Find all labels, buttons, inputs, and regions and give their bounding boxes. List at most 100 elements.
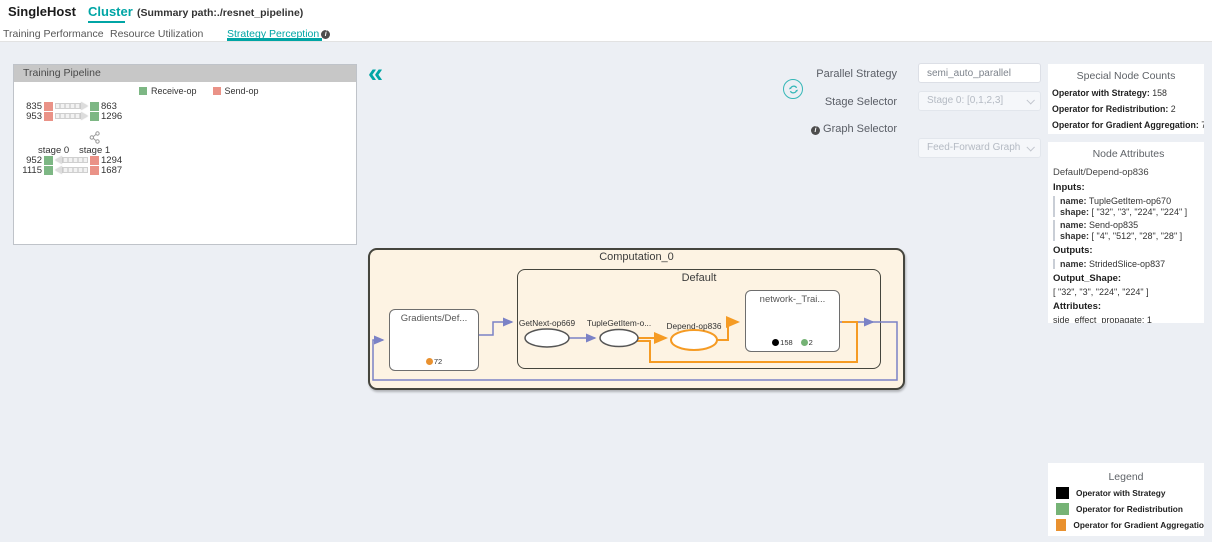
strategy-label: Operator with Strategy (1076, 488, 1165, 498)
tuplegetitem-node[interactable] (600, 330, 638, 347)
send-op-square (90, 156, 99, 165)
send-op-square (44, 112, 53, 121)
send-op-square (44, 102, 53, 111)
tab-singlehost[interactable]: SingleHost (8, 4, 76, 19)
legend-panel: Legend Operator with Strategy Operator f… (1048, 463, 1204, 536)
count-label: Operator for Redistribution: (1052, 104, 1168, 114)
network-node[interactable]: network-_Trai... 158 2 (745, 290, 840, 352)
gradients-node-label: Gradients/Def... (390, 313, 478, 324)
graph-selector-label-text: Graph Selector (823, 123, 897, 135)
send-arrow-left-icon (55, 156, 88, 164)
receive-op-label: Receive-op (151, 86, 197, 96)
node-attributes-title: Node Attributes (1053, 148, 1204, 160)
pipeline-row-backward-1: 952 1294 (20, 155, 122, 165)
legend-item-strategy: Operator with Strategy (1056, 487, 1204, 499)
count-value: 158 (1152, 88, 1167, 98)
send-op-id: 953 (20, 111, 42, 122)
input-name: TupleGetItem-op670 (1089, 196, 1171, 206)
receive-op-square (90, 112, 99, 121)
name-key: name: (1060, 220, 1087, 230)
info-icon[interactable]: i (811, 126, 820, 135)
count-operator-with-strategy: Operator with Strategy: 158 (1052, 88, 1200, 98)
output-item: name: StridedSlice-op837 (1053, 259, 1204, 269)
chevron-down-icon (1026, 143, 1034, 151)
attributes-section-label: Attributes: (1053, 301, 1204, 312)
redistribution-count: 2 (809, 338, 813, 347)
pipeline-row-backward-2: 1115 1687 (20, 165, 122, 175)
training-pipeline-body: Receive-op Send-op 835 863 953 1296 (14, 82, 356, 245)
send-arrow-right-icon (55, 112, 88, 120)
tab-resource-utilization[interactable]: Resource Utilization (110, 28, 203, 40)
send-op-square (90, 166, 99, 175)
redistribution-swatch (1056, 503, 1069, 515)
output-shape-section-label: Output_Shape: (1053, 273, 1204, 284)
shape-key: shape: (1060, 207, 1089, 217)
pipeline-legend: Receive-op Send-op (139, 86, 259, 96)
inputs-section-label: Inputs: (1053, 182, 1204, 193)
graph-selector-value: Feed-Forward Graph (927, 142, 1020, 153)
legend-send-op: Send-op (213, 86, 259, 96)
redistribution-count-badge: 2 (801, 338, 813, 347)
count-operator-gradient-aggregation: Operator for Gradient Aggregation: 72 (1052, 120, 1200, 130)
tab-training-performance[interactable]: Training Performance (3, 28, 104, 40)
receive-op-square (90, 102, 99, 111)
node-attributes-panel: Node Attributes Default/Depend-op836 Inp… (1048, 142, 1204, 323)
receive-op-id: 1296 (101, 111, 122, 122)
input-shape: [ "4", "512", "28", "28" ] (1092, 231, 1183, 241)
gradients-node[interactable]: Gradients/Def... 72 (389, 309, 479, 371)
name-key: name: (1060, 259, 1087, 269)
training-pipeline-panel: Training Pipeline Receive-op Send-op 835… (13, 64, 357, 245)
stage-selector-label: Stage Selector (760, 96, 897, 108)
top-bar: SingleHost Cluster (Summary path:./resne… (0, 0, 1212, 42)
pipeline-row-forward-1: 835 863 (20, 101, 117, 111)
legend-item-aggregation: Operator for Gradient Aggregatio (1056, 519, 1204, 531)
depend-node[interactable] (671, 330, 717, 350)
depend-node-label: Depend-op836 (644, 321, 744, 331)
output-name: StridedSlice-op837 (1089, 259, 1165, 269)
computation-graph: Computation_0 Default GetNext-op669 Tupl… (368, 248, 905, 390)
send-arrow-right-icon (55, 102, 88, 110)
output-shape-value: [ "32", "3", "224", "224" ] (1053, 287, 1204, 297)
receive-op-swatch (139, 87, 147, 95)
tab-cluster[interactable]: Cluster (88, 4, 133, 19)
network-node-label: network-_Trai... (746, 294, 839, 305)
send-op-label: Send-op (225, 86, 259, 96)
parallel-strategy-label: Parallel Strategy (760, 68, 897, 80)
special-node-counts-panel: Special Node Counts Operator with Strate… (1048, 64, 1204, 134)
count-label: Operator for Gradient Aggregation: (1052, 120, 1199, 130)
stage-selector-dropdown[interactable]: Stage 0: [0,1,2,3] (918, 91, 1041, 111)
strategy-active-underline (227, 38, 322, 41)
strategy-count: 158 (780, 338, 793, 347)
summary-path: (Summary path:./resnet_pipeline) (137, 7, 303, 19)
parallel-strategy-label-text: Parallel Strategy (816, 68, 897, 80)
input-item: name: TupleGetItem-op670 shape: [ "32", … (1053, 196, 1204, 217)
selected-node-name: Default/Depend-op836 (1053, 167, 1204, 178)
getnext-node[interactable] (525, 329, 569, 347)
legend-item-redistribution: Operator for Redistribution (1056, 503, 1204, 515)
attribute-value: side_effect_propagate: 1 (1053, 315, 1204, 323)
input-name: Send-op835 (1089, 220, 1138, 230)
strategy-count-badge: 158 (772, 338, 793, 347)
receive-op-id: 1115 (20, 165, 42, 176)
parallel-strategy-input[interactable] (918, 63, 1041, 83)
send-arrow-left-icon (55, 166, 88, 174)
name-key: name: (1060, 196, 1087, 206)
info-icon[interactable]: i (321, 30, 330, 39)
chevron-down-icon (1026, 96, 1034, 104)
cluster-active-underline (88, 21, 125, 23)
collapse-panel-icon[interactable]: « (368, 58, 383, 88)
input-item: name: Send-op835 shape: [ "4", "512", "2… (1053, 220, 1204, 241)
outputs-section-label: Outputs: (1053, 245, 1204, 256)
aggregation-count-badge: 72 (426, 357, 442, 366)
legend-receive-op: Receive-op (139, 86, 197, 96)
training-pipeline-title: Training Pipeline (14, 65, 356, 82)
shape-key: shape: (1060, 231, 1089, 241)
count-value: 2 (1171, 104, 1176, 114)
receive-op-square (44, 166, 53, 175)
pipeline-row-forward-2: 953 1296 (20, 111, 122, 121)
input-shape: [ "32", "3", "224", "224" ] (1092, 207, 1188, 217)
send-op-swatch (213, 87, 221, 95)
aggregation-count: 72 (434, 357, 442, 366)
graph-selector-dropdown[interactable]: Feed-Forward Graph (918, 138, 1041, 158)
graph-selector-label: i Graph Selector (760, 123, 897, 135)
